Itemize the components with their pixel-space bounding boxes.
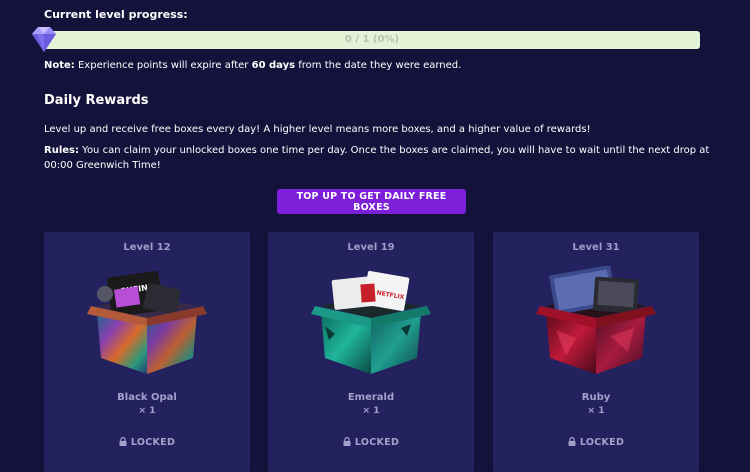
locked-label: LOCKED <box>354 437 400 448</box>
padlock-icon <box>343 437 351 446</box>
daily-rewards-description: Level up and receive free boxes every da… <box>44 124 591 135</box>
reward-card-emerald[interactable]: Level 19 NETFLIX Emerald × 1 LOCKED <box>268 232 474 472</box>
card-name: Emerald <box>347 392 395 403</box>
ruby-box-image <box>536 266 656 374</box>
card-level: Level 31 <box>572 242 620 253</box>
card-level: Level 12 <box>123 242 171 253</box>
locked-status: LOCKED <box>44 437 250 448</box>
note-prefix: Note: <box>44 60 75 71</box>
note-text-after: from the date they were earned. <box>295 60 462 71</box>
reward-card-black-opal[interactable]: Level 12 SHEIN Black Opal × 1 LOCKED <box>44 232 250 472</box>
locked-status: LOCKED <box>268 437 474 448</box>
card-name: Ruby <box>581 392 611 403</box>
locked-status: LOCKED <box>493 437 699 448</box>
note-text-before: Experience points will expire after <box>74 60 252 71</box>
rules-text: You can claim your unlocked boxes one ti… <box>44 145 710 171</box>
locked-label: LOCKED <box>579 437 625 448</box>
padlock-icon <box>568 437 576 446</box>
emerald-box-image: NETFLIX <box>311 270 431 374</box>
expiry-note: Note: Experience points will expire afte… <box>44 60 461 71</box>
card-name: Black Opal <box>117 392 177 403</box>
reward-card-ruby[interactable]: Level 31 Ruby × 1 LOCKED <box>493 232 699 472</box>
progress-bar: 0 / 1 (0%) <box>44 31 700 49</box>
progress-text: 0 / 1 (0%) <box>344 34 400 45</box>
black-opal-box-image: SHEIN <box>87 270 207 374</box>
card-quantity: × 1 <box>587 406 605 416</box>
progress-label: Current level progress: <box>44 8 188 21</box>
padlock-icon <box>119 437 127 446</box>
daily-rewards-title: Daily Rewards <box>44 93 149 108</box>
locked-label: LOCKED <box>130 437 176 448</box>
card-quantity: × 1 <box>362 406 380 416</box>
card-level: Level 19 <box>347 242 395 253</box>
top-up-button[interactable]: TOP UP TO GET DAILY FREE BOXES <box>277 189 466 214</box>
card-quantity: × 1 <box>138 406 156 416</box>
rules-prefix: Rules: <box>44 145 79 156</box>
daily-rewards-rules: Rules: You can claim your unlocked boxes… <box>44 143 724 173</box>
diamond-gem-icon <box>32 27 56 52</box>
note-highlight: 60 days <box>251 60 296 71</box>
